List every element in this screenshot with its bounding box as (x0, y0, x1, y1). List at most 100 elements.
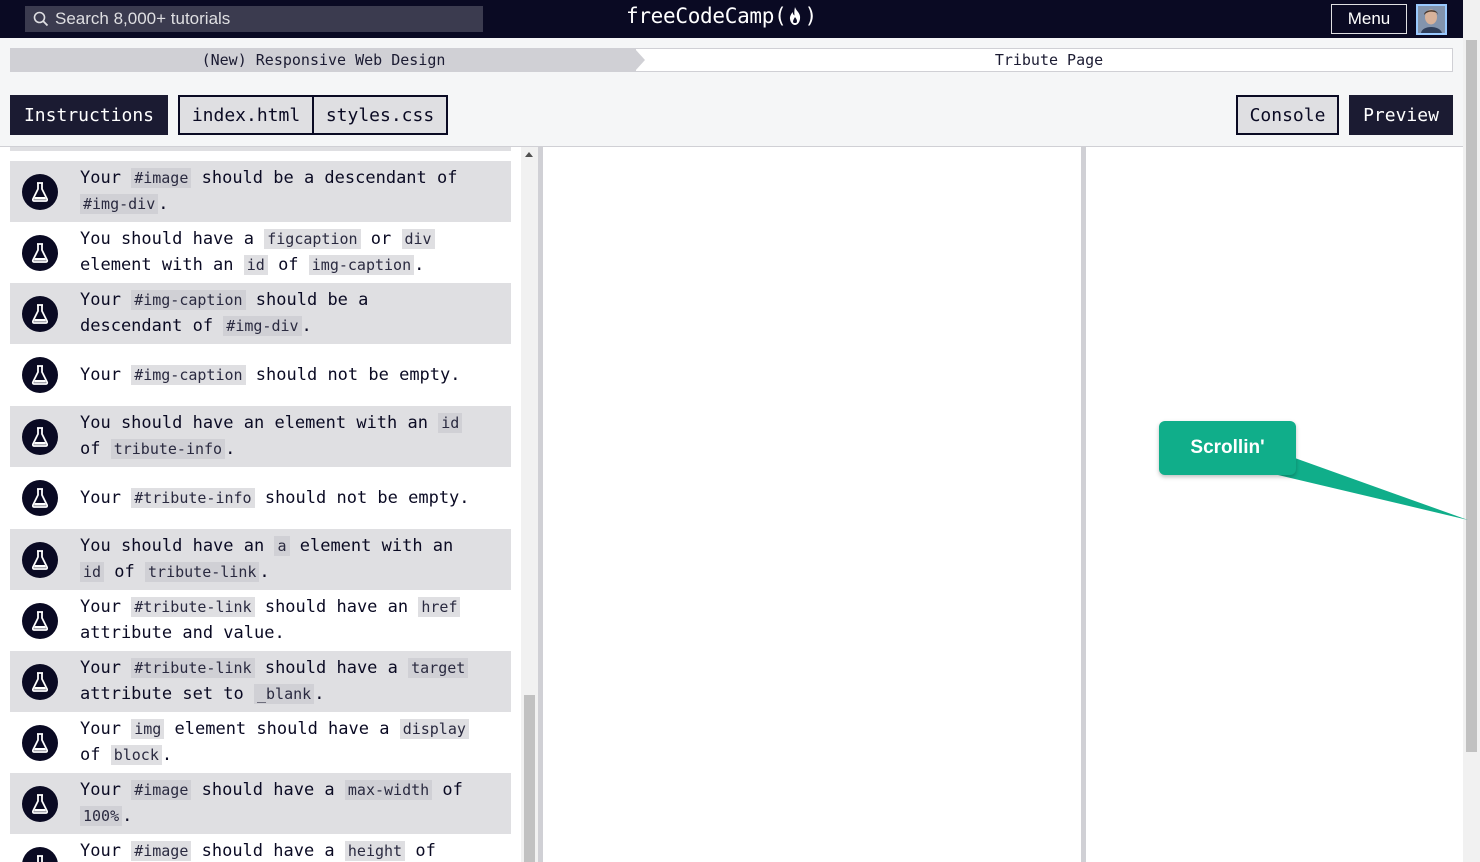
code-snippet: #img-div (223, 316, 302, 336)
breadcrumb-project[interactable]: Tribute Page (646, 49, 1452, 71)
code-snippet: #img-caption (131, 365, 246, 385)
test-text: You should have an element with an id of … (80, 410, 503, 462)
page-scrollbar[interactable] (1463, 0, 1480, 862)
search-icon (33, 11, 49, 27)
test-text-fragment: element with an (80, 255, 244, 275)
list-item: Your #img-caption should not be empty. (10, 344, 511, 406)
test-text-fragment: descendant of (80, 316, 224, 336)
code-snippet: #tribute-link (131, 597, 255, 617)
test-flask-icon (22, 847, 58, 862)
code-snippet: _blank (254, 684, 315, 704)
test-text-fragment: of (80, 745, 111, 765)
code-snippet: #img-div (80, 194, 159, 214)
test-text-fragment: should have a (191, 780, 345, 800)
code-snippet: display (399, 719, 469, 739)
instructions-scrollbar[interactable] (521, 147, 538, 862)
test-text-fragment: Your (80, 841, 132, 861)
test-flask-icon (22, 602, 58, 639)
code-snippet: tribute-link (145, 562, 260, 582)
test-text-fragment: should be a descendant of (191, 168, 458, 188)
code-snippet: #image (131, 841, 192, 861)
test-text-fragment: of (267, 255, 309, 275)
list-item: Your img element should have a display of… (10, 712, 511, 773)
breadcrumb-course[interactable]: (New) Responsive Web Design (11, 49, 636, 71)
test-text: You should have a figcaption or div eleme… (80, 226, 503, 278)
test-text-fragment: . (158, 194, 169, 214)
test-text-fragment: or (360, 229, 402, 249)
list-item: You should have an element with an id of … (10, 406, 511, 467)
test-text-fragment: of (432, 780, 463, 800)
code-snippet: figcaption (264, 229, 361, 249)
avatar-image (1418, 6, 1445, 33)
test-text-fragment: Your (80, 780, 132, 800)
code-snippet: max-width (344, 780, 433, 800)
code-snippet: 100% (80, 806, 123, 826)
console-button[interactable]: Console (1236, 95, 1339, 135)
test-text-fragment: . (225, 439, 236, 459)
code-snippet: #image (131, 168, 192, 188)
menu-button[interactable]: Menu (1331, 4, 1407, 34)
test-text-fragment: should have a (254, 658, 409, 678)
list-item: Your #image should be a descendant of #im… (10, 161, 511, 222)
test-text: Your #img-caption should not be empty. (80, 362, 503, 388)
test-text-fragment: . (122, 806, 133, 826)
instructions-panel: Your #image should be a descendant of #im… (0, 147, 538, 862)
test-flask-icon (22, 173, 58, 210)
test-flask-icon (22, 541, 58, 578)
code-snippet: tribute-info (110, 439, 226, 459)
test-flask-icon (22, 724, 58, 761)
code-snippet: div (401, 229, 435, 249)
test-text-fragment: Your (80, 365, 132, 385)
search-input[interactable] (55, 9, 475, 29)
search-bar[interactable] (25, 6, 483, 32)
code-snippet: href (418, 597, 461, 617)
tab-instructions[interactable]: Instructions (10, 95, 168, 135)
list-item-partial (10, 147, 511, 151)
test-text: Your #tribute-link should have a target a… (80, 655, 503, 707)
code-snippet: img-caption (308, 255, 415, 275)
test-text: Your #image should have a max-width of 10… (80, 777, 503, 829)
test-text-fragment: of (104, 562, 146, 582)
test-text-fragment: of (80, 439, 111, 459)
test-text-fragment: attribute set to (80, 684, 254, 704)
list-item: You should have an a element with an id o… (10, 529, 511, 590)
test-text: Your #tribute-link should have an href at… (80, 594, 503, 646)
test-text-fragment: You should have an (80, 536, 275, 556)
instructions-scrollbar-thumb[interactable] (524, 695, 535, 862)
code-editor-pane[interactable] (543, 147, 1081, 862)
callout-pointer (1270, 455, 1468, 520)
callout-bubble: Scrollin' (1159, 421, 1296, 475)
test-text-fragment: should have a (191, 841, 345, 861)
scroll-up-arrow-icon[interactable] (525, 152, 533, 157)
tab-index-html[interactable]: index.html (178, 95, 314, 135)
test-text-fragment: . (259, 562, 270, 582)
code-snippet: target (408, 658, 469, 678)
page-scrollbar-thumb[interactable] (1466, 40, 1477, 752)
test-flask-icon (22, 480, 58, 516)
test-text-fragment: Your (80, 290, 132, 310)
preview-button[interactable]: Preview (1349, 95, 1453, 135)
list-item: Your #image should have a max-width of 10… (10, 773, 511, 834)
logo-text-right: ) (804, 4, 817, 28)
test-text-fragment: Your (80, 719, 132, 739)
code-snippet: id (80, 562, 105, 582)
freecodecamp-logo[interactable]: freeCodeCamp( ) (626, 4, 817, 28)
list-item: Your #tribute-link should have a target a… (10, 651, 511, 712)
test-flask-icon (22, 785, 58, 822)
test-text-fragment: . (314, 684, 325, 704)
test-text-fragment: should have an (254, 597, 419, 617)
list-item: Your #tribute-info should not be empty. (10, 467, 511, 529)
test-text: Your #img-caption should be a descendant … (80, 287, 503, 339)
test-text-fragment: should be a (245, 290, 369, 310)
test-text: Your img element should have a display of… (80, 716, 503, 768)
test-text-fragment: Your (80, 658, 132, 678)
test-text-fragment: attribute and value. (80, 623, 285, 643)
code-snippet: #img-caption (131, 290, 246, 310)
test-text: Your #image should have a height of (80, 838, 503, 862)
test-text-fragment: should not be empty. (254, 488, 470, 508)
code-snippet: id (438, 413, 463, 433)
tab-styles-css[interactable]: styles.css (312, 95, 448, 135)
list-item: Your #tribute-link should have an href at… (10, 590, 511, 651)
test-text-fragment: element with an (289, 536, 454, 556)
user-avatar[interactable] (1416, 4, 1447, 35)
